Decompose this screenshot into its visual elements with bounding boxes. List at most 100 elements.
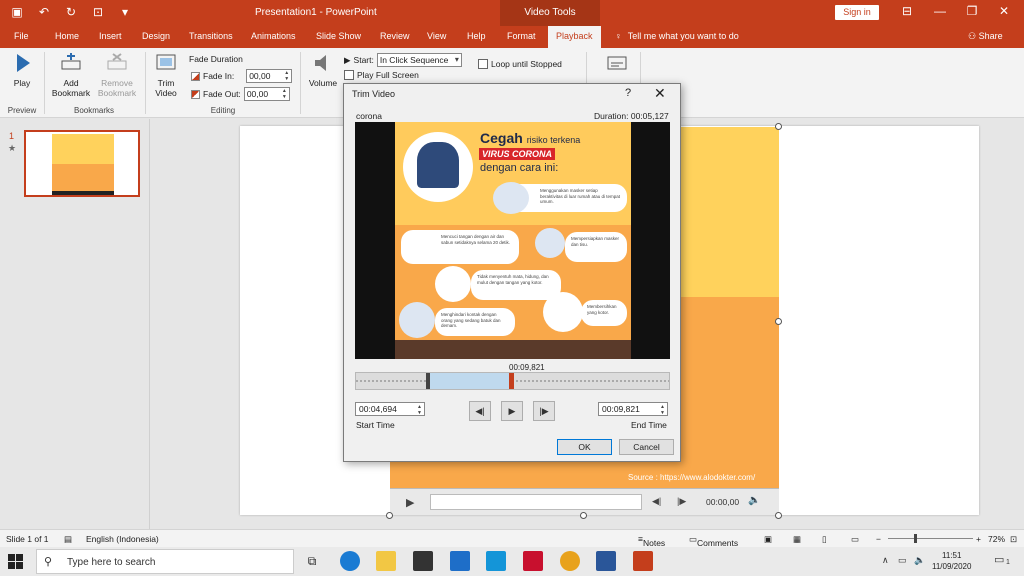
slideshow-view-icon[interactable]: ▭ <box>851 534 859 545</box>
zoom-level[interactable]: 72% <box>988 534 1005 544</box>
battery-icon[interactable]: ▭ <box>898 555 907 566</box>
play-preview-button[interactable]: ▶ <box>501 401 523 421</box>
resize-handle-bottom-right[interactable] <box>775 512 782 519</box>
play-full-screen-checkbox[interactable] <box>344 70 354 80</box>
zoom-slider-track[interactable] <box>888 538 973 539</box>
next-frame-button[interactable]: |▶ <box>533 401 555 421</box>
save-icon[interactable]: ▣ <box>8 5 26 19</box>
headline-cegah: Cegah risiko terkena <box>480 130 580 146</box>
slide-sorter-icon[interactable]: ▦ <box>793 534 801 545</box>
cancel-button[interactable]: Cancel <box>619 439 674 455</box>
cleaning-illustration <box>543 292 583 332</box>
slide-number: 1 <box>9 131 15 141</box>
tab-help[interactable]: Help <box>467 31 486 41</box>
play-button[interactable]: Play <box>6 52 38 88</box>
tell-me-search[interactable]: ♀ Tell me what you want to do <box>615 31 739 41</box>
customize-qat-icon[interactable]: ▾ <box>116 5 134 19</box>
mail-icon[interactable] <box>450 551 470 571</box>
spellcheck-icon[interactable]: ▤ <box>64 534 72 545</box>
reading-view-icon[interactable]: ▯ <box>822 534 827 545</box>
zoom-in-icon[interactable]: + <box>976 534 981 544</box>
resize-handle-right[interactable] <box>775 318 782 325</box>
volume-button[interactable]: Volume <box>305 52 341 88</box>
zoom-out-icon[interactable]: − <box>876 534 881 544</box>
player-back-icon[interactable]: ◀| <box>652 496 661 507</box>
dialog-help-icon[interactable]: ? <box>625 87 631 99</box>
tab-view[interactable]: View <box>427 31 446 41</box>
insert-captions-button[interactable] <box>600 52 634 78</box>
language[interactable]: English (Indonesia) <box>86 534 159 544</box>
tab-animations[interactable]: Animations <box>251 31 296 41</box>
start-marker-handle[interactable] <box>426 373 430 389</box>
tab-design[interactable]: Design <box>142 31 170 41</box>
trim-video-button[interactable]: Trim Video <box>149 52 183 98</box>
file-explorer-icon[interactable] <box>376 551 396 571</box>
end-time-input[interactable]: 00:09,821 <box>598 402 668 416</box>
trim-timeline[interactable] <box>355 372 670 390</box>
tab-insert[interactable]: Insert <box>99 31 122 41</box>
fade-in-input[interactable]: 00,00 <box>246 69 293 83</box>
status-bar: Slide 1 of 1 ▤ English (Indonesia) ≡ Not… <box>0 529 1024 548</box>
notifications-icon[interactable]: ▭ <box>994 553 1004 566</box>
tab-home[interactable]: Home <box>55 31 79 41</box>
fade-in-row: Fade In: 00,00 <box>191 69 293 83</box>
player-play-icon[interactable]: ▶ <box>406 496 414 509</box>
app-l-icon[interactable] <box>486 551 506 571</box>
notification-count: 1 <box>1006 559 1010 566</box>
zoom-slider-thumb[interactable] <box>914 534 917 543</box>
add-bookmark-button[interactable]: Add Bookmark <box>48 52 94 98</box>
chrome-icon[interactable] <box>560 551 580 571</box>
fit-slide-icon[interactable]: ⊡ <box>1010 534 1017 545</box>
player-forward-icon[interactable]: |▶ <box>677 496 686 507</box>
store-icon[interactable] <box>413 551 433 571</box>
taskbar-clock[interactable]: 11:51 11/09/2020 <box>932 550 971 572</box>
player-volume-icon[interactable]: 🔈 <box>748 495 760 506</box>
notes-button[interactable]: ≡ Notes <box>638 534 665 548</box>
video-frame-content: Cegah risiko terkena VIRUS CORONA dengan… <box>395 122 631 340</box>
tab-review[interactable]: Review <box>380 31 410 41</box>
start-time-input[interactable]: 00:04,694 <box>355 402 425 416</box>
start-dropdown[interactable]: In Click Sequence <box>376 53 462 67</box>
tab-playback[interactable]: Playback <box>548 26 601 48</box>
fade-out-input[interactable]: 00,00 <box>243 87 290 101</box>
remove-bookmark-button[interactable]: Remove Bookmark <box>94 52 140 98</box>
minimize-icon[interactable]: — <box>930 4 950 18</box>
dialog-close-icon[interactable]: ✕ <box>654 85 666 102</box>
tray-chevron-icon[interactable]: ∧ <box>882 555 889 566</box>
ok-button[interactable]: OK <box>557 439 612 455</box>
presenter-icon[interactable]: ⊡ <box>89 5 107 19</box>
resize-handle-bottom-left[interactable] <box>386 512 393 519</box>
tab-slide-show[interactable]: Slide Show <box>316 31 361 41</box>
tab-file[interactable]: File <box>14 31 29 41</box>
windows-start-icon[interactable] <box>8 554 23 569</box>
undo-icon[interactable]: ↶ <box>35 5 53 19</box>
taskbar-search-box[interactable]: ⚲ Type here to search <box>36 549 294 574</box>
word-icon[interactable] <box>596 551 616 571</box>
edge-icon[interactable] <box>340 551 360 571</box>
video-player-bar: ▶ ◀| |▶ 00:00,00 🔈 <box>390 488 779 515</box>
previous-frame-button[interactable]: ◀| <box>469 401 491 421</box>
video-footer-bar <box>395 340 631 359</box>
comments-button[interactable]: ▭ Comments <box>689 534 738 548</box>
mcafee-icon[interactable] <box>523 551 543 571</box>
resize-handle-bottom[interactable] <box>580 512 587 519</box>
share-button[interactable]: ⚇ Share <box>968 31 1003 42</box>
volume-tray-icon[interactable]: 🔈 <box>914 555 925 566</box>
end-marker-handle[interactable] <box>509 373 514 389</box>
close-window-icon[interactable]: ✕ <box>994 4 1014 18</box>
powerpoint-icon[interactable] <box>633 551 653 571</box>
sign-in-button[interactable]: Sign in <box>835 5 879 20</box>
trim-video-label-2: Video <box>155 88 177 98</box>
ribbon-display-options-icon[interactable]: ⊟ <box>897 4 917 18</box>
normal-view-icon[interactable]: ▣ <box>764 534 772 545</box>
resize-handle-top-right[interactable] <box>775 123 782 130</box>
maximize-icon[interactable]: ❐ <box>962 4 982 18</box>
tab-format[interactable]: Format <box>507 31 536 41</box>
start-label: Start: <box>353 55 374 65</box>
loop-checkbox[interactable] <box>478 59 488 69</box>
tab-transitions[interactable]: Transitions <box>189 31 233 41</box>
player-progress-track[interactable] <box>430 494 642 510</box>
slide-thumbnail-1[interactable] <box>24 130 140 197</box>
task-view-icon[interactable]: ⧉ <box>302 551 322 571</box>
redo-icon[interactable]: ↻ <box>62 5 80 19</box>
